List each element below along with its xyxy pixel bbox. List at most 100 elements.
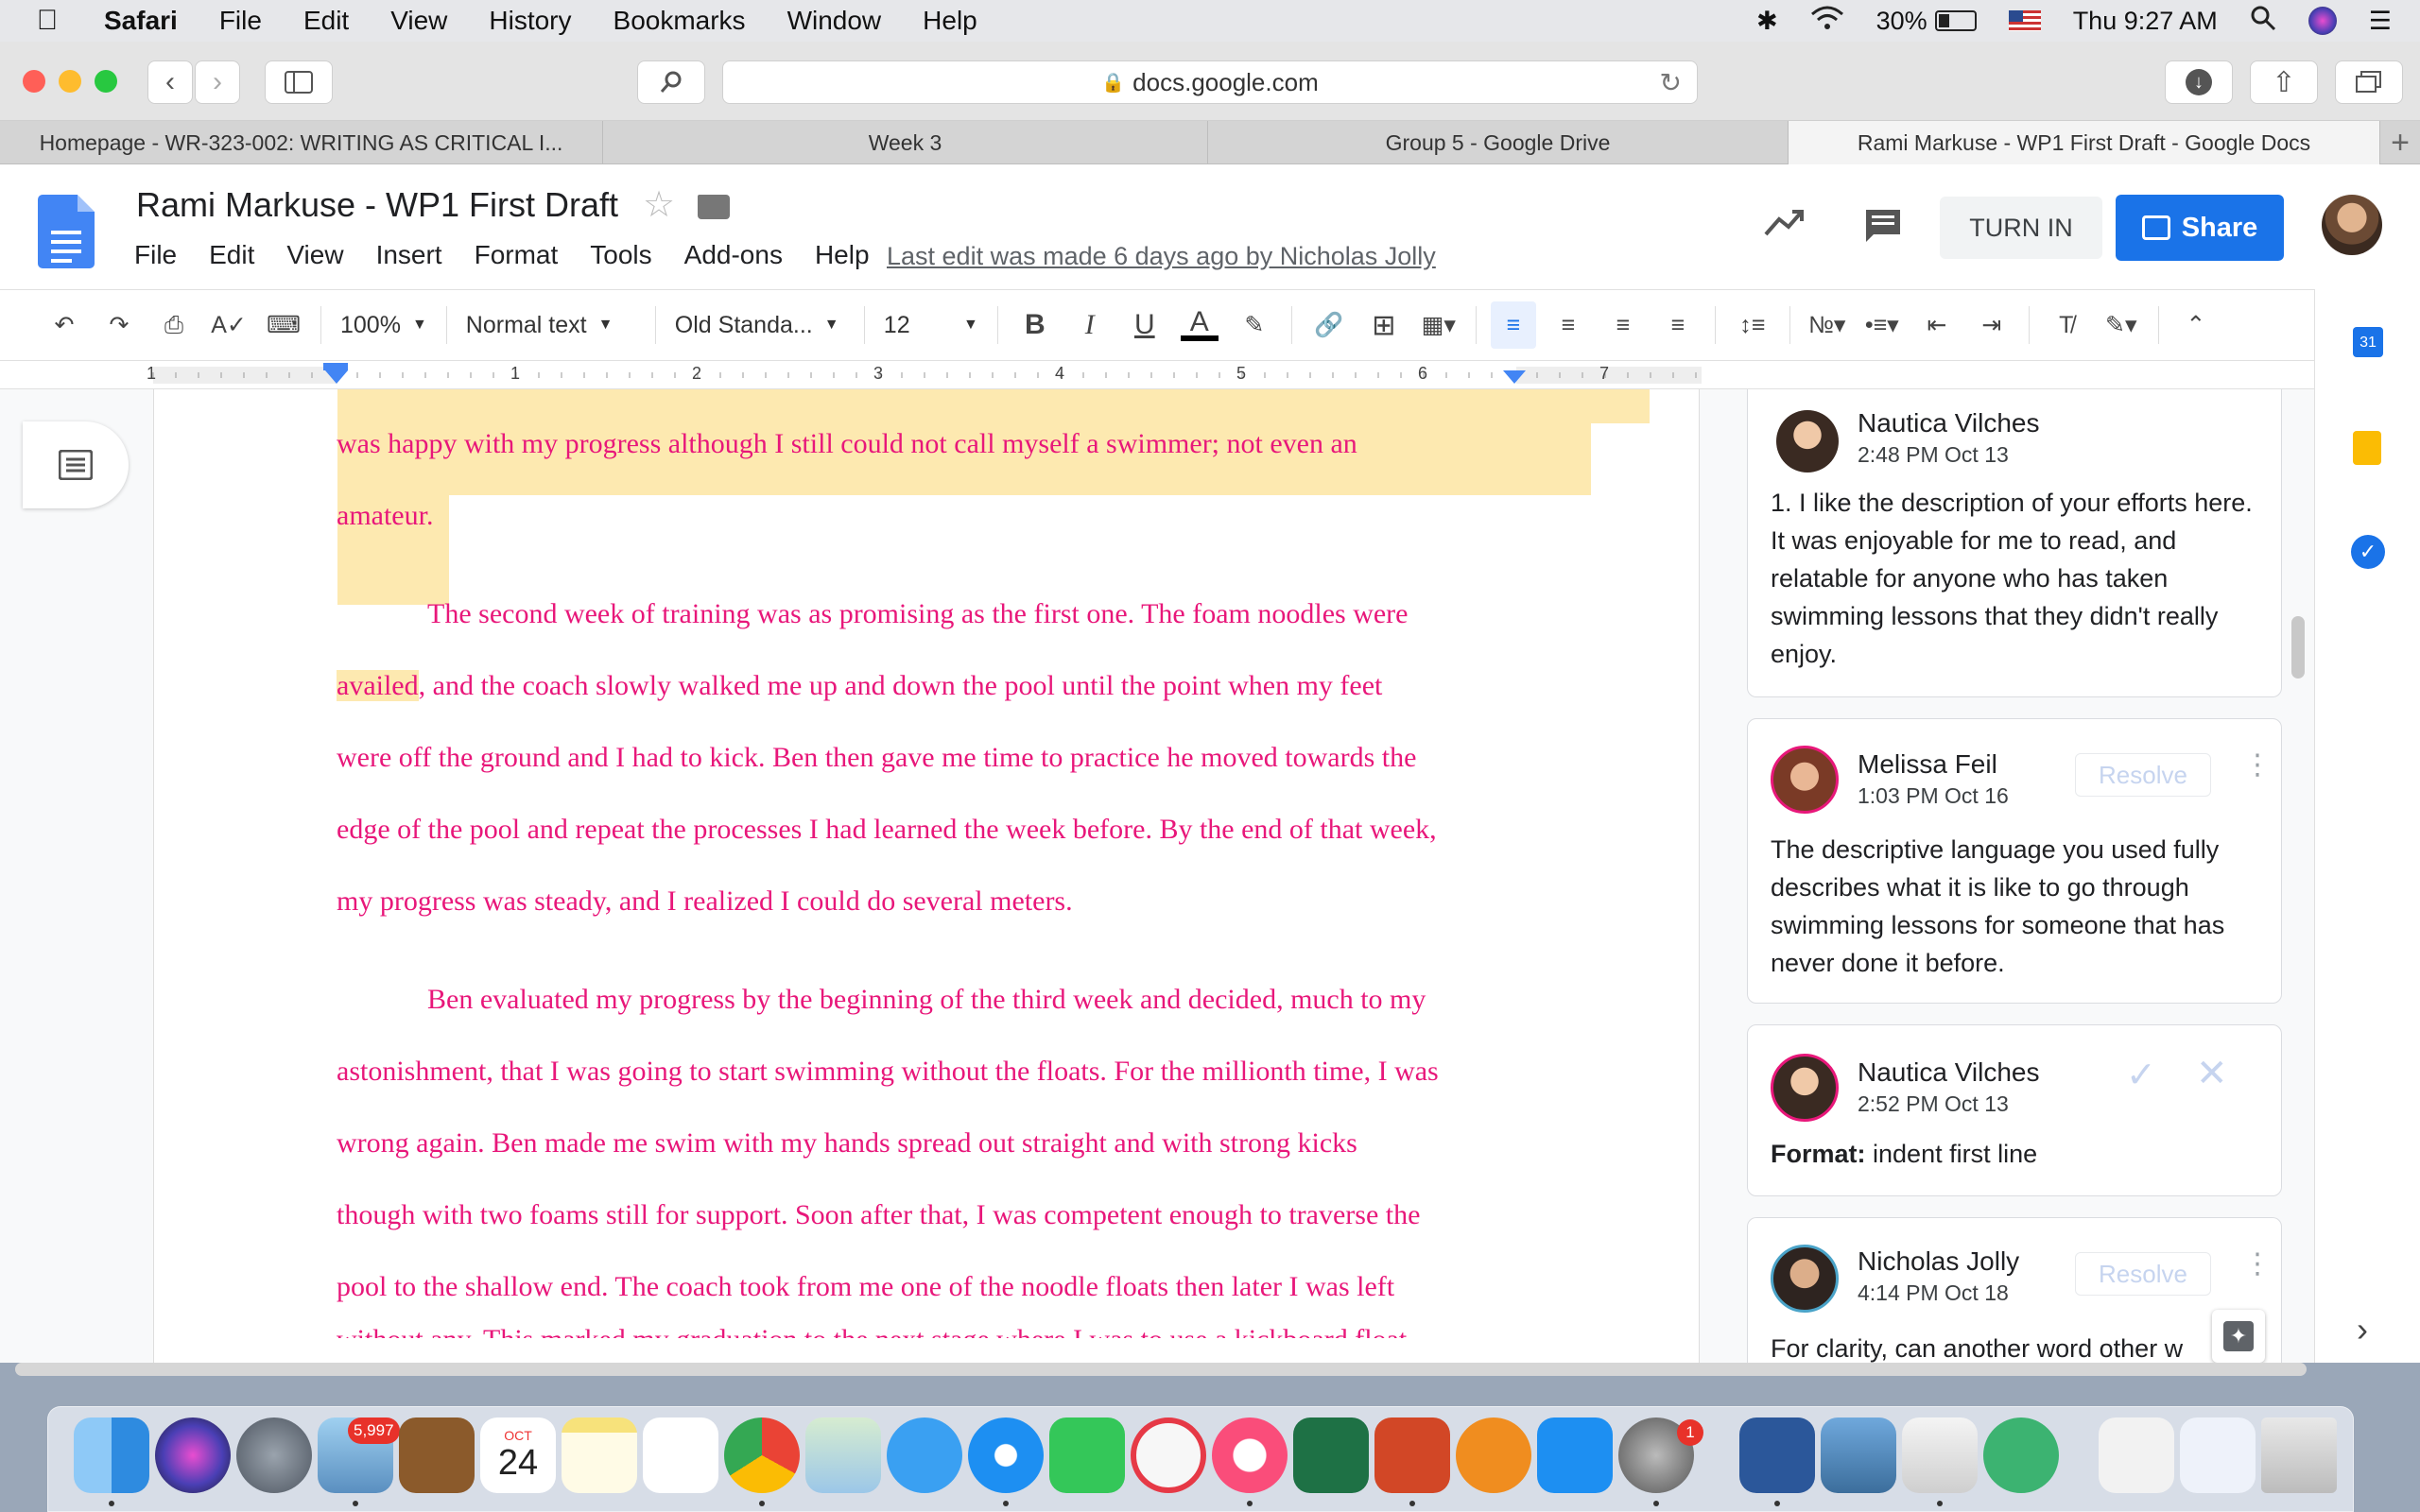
spellcheck-icon[interactable]: A✓ (206, 301, 251, 349)
collapse-toolbar-icon[interactable]: ⌃ (2173, 301, 2219, 349)
more-options-icon[interactable]: ⋮ (2243, 751, 2272, 780)
paint-format-icon[interactable]: ⌨ (261, 301, 306, 349)
add-comment-icon[interactable]: ⊞ (1361, 301, 1407, 349)
ruler[interactable]: 1 1 2 3 4 5 6 7 (0, 361, 2314, 389)
resolve-button[interactable]: Resolve (2075, 1252, 2211, 1296)
editing-mode-icon[interactable]: ✎▾ (2099, 301, 2144, 349)
facetime-icon[interactable] (1049, 1418, 1125, 1493)
insert-link-icon[interactable]: 🔗 (1306, 301, 1352, 349)
folder-icon[interactable] (698, 195, 730, 219)
document-outline-button[interactable] (23, 421, 129, 508)
address-bar[interactable]: 🔒 docs.google.com ↻ (722, 60, 1698, 104)
menu-file[interactable]: File (219, 6, 262, 36)
bulleted-list-icon[interactable]: •≡▾ (1859, 301, 1905, 349)
comments-icon[interactable] (1864, 208, 1902, 250)
sidebar-toggle-button[interactable] (265, 60, 333, 104)
document-thumbnail[interactable] (2180, 1418, 2256, 1493)
commented-word[interactable]: availed (337, 670, 419, 701)
docs-menu-tools[interactable]: Tools (590, 240, 651, 270)
finder-icon[interactable] (74, 1418, 149, 1493)
menu-bookmarks[interactable]: Bookmarks (614, 6, 746, 36)
calendar-app-icon[interactable]: 31 (2353, 327, 2383, 357)
word-icon[interactable] (1739, 1418, 1815, 1493)
comment-card[interactable]: Nautica Vilches 2:48 PM Oct 13 1. I like… (1747, 389, 2282, 697)
align-justify-icon[interactable]: ≡ (1655, 301, 1701, 349)
vertical-scrollbar-thumb[interactable] (2291, 616, 2305, 679)
spotlight-search-icon[interactable] (2250, 5, 2276, 38)
launchpad-icon[interactable] (236, 1418, 312, 1493)
apple-menu-icon[interactable]:  (19, 5, 76, 37)
safari-icon[interactable] (968, 1418, 1044, 1493)
undo-icon[interactable]: ↶ (42, 301, 87, 349)
align-center-icon[interactable]: ≡ (1546, 301, 1591, 349)
tab-week-3[interactable]: Week 3 (603, 121, 1208, 164)
maps-icon[interactable] (805, 1418, 881, 1493)
menu-app-safari[interactable]: Safari (104, 6, 178, 36)
powerpoint-icon[interactable] (1374, 1418, 1450, 1493)
excel-icon[interactable] (1293, 1418, 1369, 1493)
music-icon[interactable] (1212, 1418, 1288, 1493)
menu-view[interactable]: View (390, 6, 447, 36)
comment-card[interactable]: Melissa Feil 1:03 PM Oct 16 Resolve ⋮ Th… (1747, 718, 2282, 1004)
tab-wp1-first-draft[interactable]: Rami Markuse - WP1 First Draft - Google … (1789, 121, 2380, 164)
text-color-icon[interactable]: A (1177, 301, 1222, 349)
resolve-button[interactable]: Resolve (2075, 753, 2211, 797)
more-options-icon[interactable]: ⋮ (2243, 1250, 2272, 1279)
first-line-indent-marker[interactable] (323, 363, 348, 370)
suggestion-card[interactable]: Nautica Vilches 2:52 PM Oct 13 ✓ ✕ Forma… (1747, 1024, 2282, 1196)
docs-menu-help[interactable]: Help (815, 240, 870, 270)
books-icon[interactable] (1456, 1418, 1531, 1493)
insert-image-icon[interactable]: ▦▾ (1416, 301, 1461, 349)
minimize-window-button[interactable] (59, 70, 81, 93)
menu-history[interactable]: History (489, 6, 571, 36)
numbered-list-icon[interactable]: №▾ (1805, 301, 1850, 349)
google-docs-logo-icon[interactable] (38, 195, 95, 268)
menu-edit[interactable]: Edit (303, 6, 349, 36)
redo-icon[interactable]: ↷ (96, 301, 142, 349)
zoom-select[interactable]: 100% ▼ (331, 301, 437, 349)
installer-icon[interactable] (1902, 1418, 1978, 1493)
accept-suggestion-icon[interactable]: ✓ (2126, 1054, 2156, 1096)
last-edit-link[interactable]: Last edit was made 6 days ago by Nichola… (887, 242, 1436, 271)
line-spacing-icon[interactable]: ↕≡ (1730, 301, 1775, 349)
clear-formatting-icon[interactable]: T̸ (2044, 301, 2089, 349)
docs-menu-view[interactable]: View (286, 240, 343, 270)
close-window-button[interactable] (23, 70, 45, 93)
docs-menu-insert[interactable]: Insert (376, 240, 442, 270)
chrome-icon[interactable] (724, 1418, 800, 1493)
highlight-color-icon[interactable]: ✎ (1232, 301, 1277, 349)
document-title[interactable]: Rami Markuse - WP1 First Draft (136, 185, 618, 225)
increase-indent-icon[interactable]: ⇥ (1969, 301, 2014, 349)
wifi-icon[interactable] (1810, 5, 1844, 38)
font-select[interactable]: Old Standa... ▼ (666, 301, 855, 349)
news-icon[interactable] (1131, 1418, 1206, 1493)
star-icon[interactable]: ☆ (643, 183, 675, 226)
tab-group-5-drive[interactable]: Group 5 - Google Drive (1208, 121, 1789, 164)
docs-menu-addons[interactable]: Add-ons (684, 240, 783, 270)
left-indent-marker[interactable] (325, 370, 348, 384)
right-indent-marker[interactable] (1503, 370, 1526, 384)
messages-icon[interactable] (887, 1418, 962, 1493)
decrease-indent-icon[interactable]: ⇤ (1914, 301, 1960, 349)
preview-icon[interactable] (1821, 1418, 1896, 1493)
comment-card[interactable]: Nicholas Jolly 4:14 PM Oct 18 Resolve ⋮ … (1747, 1217, 2282, 1363)
back-button[interactable]: ‹ (147, 60, 193, 104)
siri-dock-icon[interactable] (155, 1418, 231, 1493)
notification-center-icon[interactable]: ☰ (2369, 7, 2392, 36)
quicklook-search-icon[interactable] (1983, 1418, 2059, 1493)
reminders-icon[interactable] (643, 1418, 718, 1493)
contacts-icon[interactable] (399, 1418, 475, 1493)
reload-icon[interactable]: ↻ (1660, 67, 1682, 98)
activity-trend-icon[interactable] (1764, 206, 1806, 243)
new-tab-button[interactable]: + (2380, 121, 2420, 164)
battery-icon[interactable] (1934, 10, 1977, 31)
align-left-icon[interactable]: ≡ (1490, 301, 1536, 349)
tab-homepage[interactable]: Homepage - WR-323-002: WRITING AS CRITIC… (0, 121, 603, 164)
share-sheet-button[interactable]: ⇧ (2250, 60, 2318, 104)
trash-icon[interactable] (2261, 1418, 2337, 1493)
reject-suggestion-icon[interactable]: ✕ (2196, 1052, 2228, 1095)
zoom-window-button[interactable] (95, 70, 117, 93)
bold-icon[interactable]: B (1012, 301, 1058, 349)
keep-app-icon[interactable] (2353, 431, 2381, 465)
turn-in-button[interactable]: TURN IN (1940, 197, 2102, 259)
